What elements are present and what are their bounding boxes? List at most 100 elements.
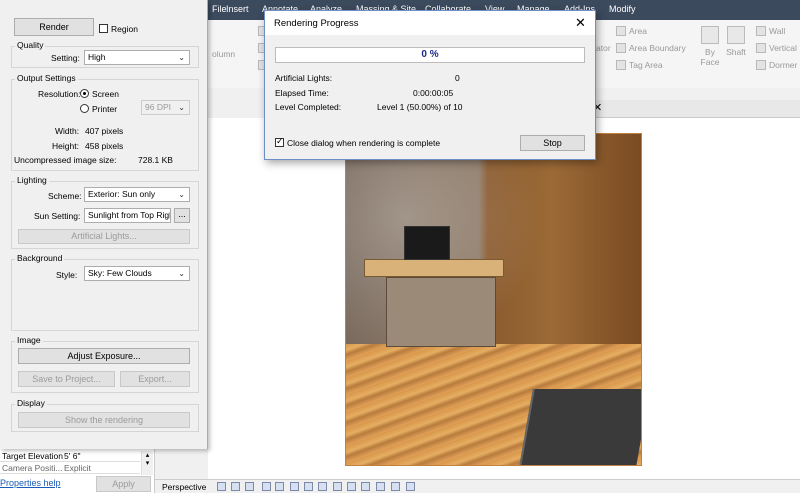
show-crop-icon[interactable] <box>318 482 327 491</box>
progress-title-bar: Rendering Progress ✕ <box>265 11 595 35</box>
ribbon-shaft-button[interactable]: Shaft <box>722 26 750 57</box>
properties-help-link[interactable]: Properties help <box>0 478 61 488</box>
view-control-bar: Perspective <box>150 479 800 493</box>
tab-insert[interactable]: Insert <box>226 4 249 14</box>
image-title: Image <box>15 335 43 345</box>
sun-setting-browse-button[interactable]: ... <box>174 208 190 223</box>
screen-label: Screen <box>92 89 119 99</box>
region-checkbox[interactable] <box>99 24 108 33</box>
properties-scrollbar[interactable]: ▴ ▾ <box>141 451 153 475</box>
background-style-label: Style: <box>56 270 78 280</box>
close-when-complete-label: Close dialog when rendering is complete <box>287 138 441 148</box>
quality-setting-label: Setting: <box>51 53 80 63</box>
render-icon[interactable] <box>290 482 299 491</box>
tab-modify[interactable]: Modify <box>609 4 636 14</box>
property-value[interactable]: Explicit <box>64 463 91 473</box>
close-icon[interactable]: ✕ <box>575 15 586 31</box>
output-settings-title: Output Settings <box>15 73 78 83</box>
ribbon-tag-area-button[interactable]: Tag Area <box>616 60 663 70</box>
resolution-label: Resolution: <box>38 89 81 99</box>
view-scale-icon[interactable] <box>217 482 226 491</box>
ribbon-vertical-opening-button[interactable]: Vertical <box>756 43 797 53</box>
tag-area-icon <box>616 60 626 70</box>
ribbon-dormer-opening-button[interactable]: Dormer <box>756 60 797 70</box>
temp-hide-icon[interactable] <box>347 482 356 491</box>
rendering-dialog: Render Region Quality Setting: High ⌄ Out… <box>0 0 208 449</box>
height-value: 458 pixels <box>85 141 124 151</box>
export-button[interactable]: Export... <box>120 371 190 387</box>
elapsed-time-value: 0:00:00:05 <box>413 88 454 98</box>
view-type-label: Perspective <box>162 482 207 492</box>
adjust-exposure-button[interactable]: Adjust Exposure... <box>18 348 190 364</box>
sun-setting-label: Sun Setting: <box>34 211 81 221</box>
shaft-icon <box>727 26 745 44</box>
width-value: 407 pixels <box>85 126 124 136</box>
save-to-project-button[interactable]: Save to Project... <box>18 371 115 387</box>
elapsed-time-label: Elapsed Time: <box>275 88 329 98</box>
show-rendering-button[interactable]: Show the rendering <box>18 412 190 428</box>
level-completed-label: Level Completed: <box>275 102 342 112</box>
chevron-down-icon: ⌄ <box>178 269 185 278</box>
property-row: Camera Positi... Explicit <box>0 463 140 474</box>
background-style-select[interactable]: Sky: Few Clouds ⌄ <box>84 266 190 281</box>
height-label: Height: <box>52 141 79 151</box>
dpi-select[interactable]: 96 DPI ⌄ <box>141 100 190 115</box>
reveal-hidden-icon[interactable] <box>361 482 370 491</box>
rendering-progress-dialog: Rendering Progress ✕ 0 % Artificial Ligh… <box>264 10 596 160</box>
progress-dialog-title: Rendering Progress <box>274 18 359 29</box>
view-tab-bar: ✕ <box>590 100 800 118</box>
tab-annotate-partial[interactable]: File <box>212 4 227 14</box>
area-boundary-icon <box>616 43 626 53</box>
chevron-down-icon: ⌄ <box>178 190 185 199</box>
ribbon-area-boundary-button[interactable]: Area Boundary <box>616 43 686 53</box>
artificial-lights-value: 0 <box>455 73 460 83</box>
printer-label: Printer <box>92 104 118 114</box>
chevron-down-icon: ⌄ <box>178 53 185 62</box>
ribbon-separator-button[interactable]: ator <box>596 43 611 53</box>
area-icon <box>616 26 626 36</box>
stop-button[interactable]: Stop <box>520 135 585 151</box>
rendered-desk-top <box>364 259 504 277</box>
detail-level-icon[interactable] <box>231 482 240 491</box>
chevron-down-icon: ⌄ <box>178 103 185 112</box>
property-name: Target Elevation <box>2 451 63 461</box>
screen-radio[interactable] <box>80 89 89 98</box>
reveal-constraints-icon[interactable] <box>406 482 415 491</box>
shadows-icon[interactable] <box>275 482 284 491</box>
ribbon-column-button[interactable]: olumn <box>212 49 235 59</box>
image-size-label: Uncompressed image size: <box>14 155 117 165</box>
property-value[interactable]: 5' 6" <box>64 451 80 461</box>
visual-style-icon[interactable] <box>245 482 254 491</box>
lock-view-icon[interactable] <box>333 482 342 491</box>
sun-path-icon[interactable] <box>262 482 271 491</box>
quality-group-title: Quality <box>15 40 46 50</box>
rendered-monitor <box>404 226 450 260</box>
lighting-scheme-select[interactable]: Exterior: Sun only ⌄ <box>84 187 190 202</box>
temp-view-props-icon[interactable] <box>376 482 385 491</box>
property-name: Camera Positi... <box>2 463 63 473</box>
scheme-label: Scheme: <box>48 191 82 201</box>
ribbon-wall-opening-button[interactable]: Wall <box>756 26 785 36</box>
apply-button[interactable]: Apply <box>96 476 151 492</box>
crop-view-icon[interactable] <box>304 482 313 491</box>
printer-radio[interactable] <box>80 104 89 113</box>
rendered-desk <box>386 277 496 347</box>
ribbon-by-face-button[interactable]: By Face <box>696 26 724 67</box>
vertical-opening-icon <box>756 43 766 53</box>
wall-opening-icon <box>756 26 766 36</box>
progress-bar: 0 % <box>275 47 585 63</box>
background-title: Background <box>15 253 65 263</box>
progress-percent: 0 % <box>421 49 439 60</box>
level-completed-value: Level 1 (50.00%) of 10 <box>377 102 463 112</box>
lighting-title: Lighting <box>15 175 49 185</box>
render-button[interactable]: Render <box>14 18 94 36</box>
highlight-displacement-icon[interactable] <box>391 482 400 491</box>
artificial-lights-button[interactable]: Artificial Lights... <box>18 229 190 244</box>
display-title: Display <box>15 398 47 408</box>
ribbon-area-button[interactable]: Area <box>616 26 647 36</box>
sun-setting-field[interactable]: Sunlight from Top Righ <box>84 208 171 223</box>
property-row: Target Elevation 5' 6" <box>0 451 140 462</box>
quality-setting-select[interactable]: High ⌄ <box>84 50 190 65</box>
artificial-lights-label: Artificial Lights: <box>275 73 333 83</box>
close-when-complete-checkbox[interactable] <box>275 136 284 147</box>
